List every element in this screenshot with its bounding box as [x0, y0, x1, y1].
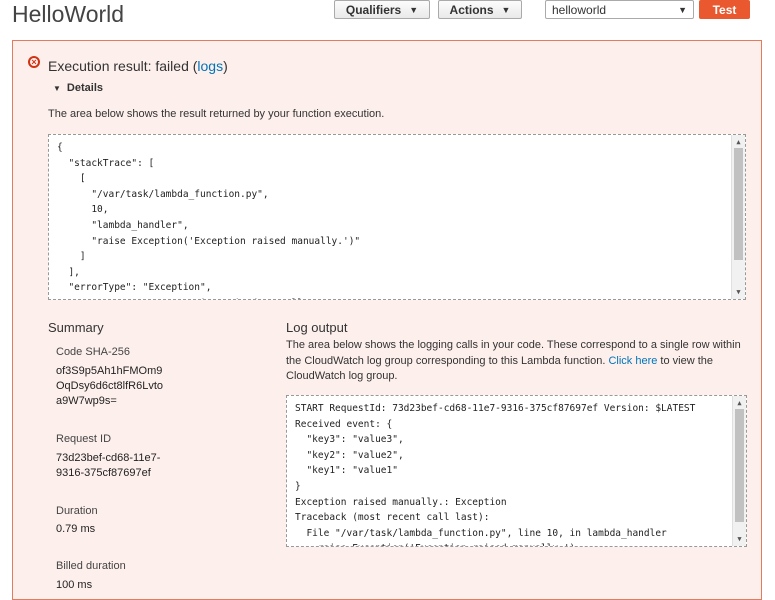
result-description: The area below shows the result returned… [48, 108, 385, 120]
scroll-thumb[interactable] [734, 148, 743, 260]
log-scrollbar[interactable]: ▲ ▼ [732, 396, 746, 546]
chevron-down-icon: ▼ [678, 4, 687, 15]
triangle-down-icon: ▼ [53, 84, 61, 93]
code-sha-value: of3S9p5Ah1hFMOm9 OqDsy6d6ct8lfR6Lvto a9W… [56, 365, 163, 407]
cloudwatch-link[interactable]: Click here [608, 355, 657, 367]
scroll-up-icon[interactable]: ▲ [733, 398, 746, 408]
result-scrollbar[interactable]: ▲ ▼ [731, 135, 745, 299]
scroll-down-icon[interactable]: ▼ [733, 534, 746, 544]
request-id-label: Request ID [56, 433, 112, 445]
result-output-box[interactable]: { "stackTrace": [ [ "/var/task/lambda_fu… [48, 134, 746, 300]
test-event-selected-value: helloworld [552, 2, 607, 17]
error-icon: × [28, 56, 40, 68]
test-event-select[interactable]: helloworld ▼ [545, 0, 694, 19]
function-name-title: HelloWorld [12, 1, 125, 27]
summary-title: Summary [48, 320, 104, 335]
chevron-down-icon: ▼ [501, 4, 511, 15]
status-prefix: Execution result: failed ( [48, 58, 198, 74]
billed-duration-value: 100 ms [56, 579, 93, 591]
billed-duration-label: Billed duration [56, 560, 126, 572]
duration-label: Duration [56, 505, 98, 517]
scroll-down-icon[interactable]: ▼ [732, 287, 745, 297]
details-label: Details [66, 82, 103, 94]
execution-result-panel: × Execution result: failed (logs) ▼ Detai… [12, 40, 762, 600]
scroll-thumb[interactable] [735, 409, 744, 522]
execution-status: Execution result: failed (logs) [48, 58, 228, 74]
log-output-title: Log output [286, 320, 348, 335]
log-text: START RequestId: 73d23bef-cd68-11e7-9316… [295, 403, 696, 546]
chevron-down-icon: ▼ [409, 4, 419, 15]
scroll-up-icon[interactable]: ▲ [732, 137, 745, 147]
request-id-value: 73d23bef-cd68-11e7- 9316-375cf87697ef [56, 452, 161, 479]
actions-label: Actions [449, 2, 494, 17]
code-sha-label: Code SHA-256 [56, 346, 130, 358]
status-suffix: ) [223, 58, 228, 74]
actions-button[interactable]: Actions ▼ [438, 0, 522, 19]
result-json: { "stackTrace": [ [ "/var/task/lambda_fu… [57, 142, 361, 299]
logs-link[interactable]: logs [197, 58, 223, 74]
test-button[interactable]: Test [699, 0, 750, 19]
qualifiers-button[interactable]: Qualifiers ▼ [334, 0, 430, 19]
details-toggle[interactable]: ▼ Details [53, 82, 103, 94]
qualifiers-label: Qualifiers [345, 2, 402, 17]
duration-value: 0.79 ms [56, 523, 96, 535]
log-output-box[interactable]: START RequestId: 73d23bef-cd68-11e7-9316… [286, 395, 747, 547]
log-output-description: The area below shows the logging calls i… [286, 338, 751, 385]
